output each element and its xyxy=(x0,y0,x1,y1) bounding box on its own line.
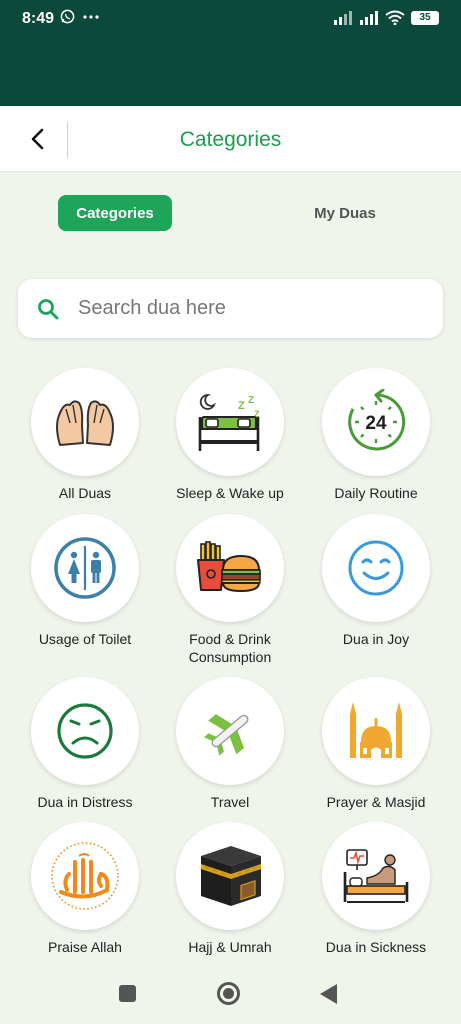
category-dua-in-sickness[interactable]: Dua in Sickness xyxy=(301,822,451,956)
status-right-icons: 35 xyxy=(333,10,439,25)
category-label: Dua in Distress xyxy=(37,794,133,810)
tab-bar: Categories My Duas xyxy=(0,195,461,231)
system-back-button[interactable] xyxy=(320,984,337,1004)
notification-icons xyxy=(60,9,99,24)
category-icon-circle xyxy=(31,368,139,476)
food-icon xyxy=(197,541,261,593)
category-icon-circle xyxy=(322,514,430,622)
battery-indicator: 35 xyxy=(411,10,439,25)
category-label: Travel xyxy=(210,794,250,810)
wifi-icon xyxy=(385,10,405,25)
category-icon-circle: 24 xyxy=(322,368,430,476)
category-icon-circle xyxy=(31,677,139,785)
tab-categories[interactable]: Categories xyxy=(58,195,172,231)
category-icon-circle xyxy=(322,677,430,785)
whatsapp-icon xyxy=(60,9,75,24)
category-icon-circle xyxy=(176,822,284,930)
allah-calligraphy-icon xyxy=(51,842,119,910)
category-label: Usage of Toilet xyxy=(38,631,132,647)
search-icon xyxy=(38,299,59,320)
page-title: Categories xyxy=(179,128,282,151)
category-icon-circle: Z Z Z xyxy=(176,368,284,476)
category-prayer-masjid[interactable]: Prayer & Masjid xyxy=(301,677,451,811)
category-praise-allah[interactable]: Praise Allah xyxy=(10,822,160,956)
category-usage-of-toilet[interactable]: Usage of Toilet xyxy=(10,514,160,648)
search-box xyxy=(18,279,443,338)
category-dua-in-distress[interactable]: Dua in Distress xyxy=(10,677,160,811)
svg-text:Z: Z xyxy=(248,395,254,406)
system-nav-bar xyxy=(0,966,461,1024)
home-button[interactable] xyxy=(217,982,240,1005)
category-icon-circle xyxy=(176,514,284,622)
signal-icon xyxy=(334,10,352,25)
category-icon-circle xyxy=(176,677,284,785)
category-label: Dua in Sickness xyxy=(325,939,427,955)
clock-24-icon: 24 xyxy=(348,389,406,451)
restroom-icon xyxy=(54,537,116,599)
category-icon-circle xyxy=(322,822,430,930)
recent-apps-button[interactable] xyxy=(119,985,136,1002)
more-icon xyxy=(83,14,99,19)
praying-hands-icon xyxy=(56,400,114,446)
category-label: Dua in Joy xyxy=(342,631,410,647)
category-sleep-wake-up[interactable]: Z Z Z Sleep & Wake up xyxy=(155,368,305,502)
hospital-bed-icon xyxy=(343,849,409,903)
category-dua-in-joy[interactable]: Dua in Joy xyxy=(301,514,451,648)
kaaba-icon xyxy=(201,846,261,906)
status-bar: 8:49 35 xyxy=(0,0,461,106)
clock-number: 24 xyxy=(365,413,387,434)
search-input[interactable] xyxy=(78,279,428,338)
tab-my-duas[interactable]: My Duas xyxy=(288,195,402,231)
status-time: 8:49 xyxy=(22,10,55,27)
category-travel[interactable]: Travel xyxy=(155,677,305,811)
category-hajj-umrah[interactable]: Hajj & Umrah xyxy=(155,822,305,956)
category-label: All Duas xyxy=(58,485,112,501)
category-food-drink[interactable]: Food & Drink Consumption xyxy=(155,514,305,666)
category-label: Daily Routine xyxy=(334,485,418,501)
category-icon-circle xyxy=(31,514,139,622)
mosque-icon xyxy=(350,702,402,758)
airplane-icon xyxy=(203,714,249,756)
category-label: Sleep & Wake up xyxy=(176,485,284,501)
category-all-duas[interactable]: All Duas xyxy=(10,368,160,502)
category-label: Hajj & Umrah xyxy=(188,939,272,955)
category-label: Food & Drink Consumption xyxy=(188,631,272,665)
bed-icon: Z Z Z xyxy=(198,394,260,451)
signal-icon-2 xyxy=(360,10,378,25)
category-daily-routine[interactable]: 24 Daily Routine xyxy=(301,368,451,502)
svg-text:Z: Z xyxy=(238,400,245,412)
sad-face-icon xyxy=(57,703,113,759)
category-label: Prayer & Masjid xyxy=(326,794,426,810)
category-icon-circle xyxy=(31,822,139,930)
smile-icon xyxy=(348,540,404,596)
app-header: Categories xyxy=(0,106,461,172)
category-label: Praise Allah xyxy=(48,939,122,955)
